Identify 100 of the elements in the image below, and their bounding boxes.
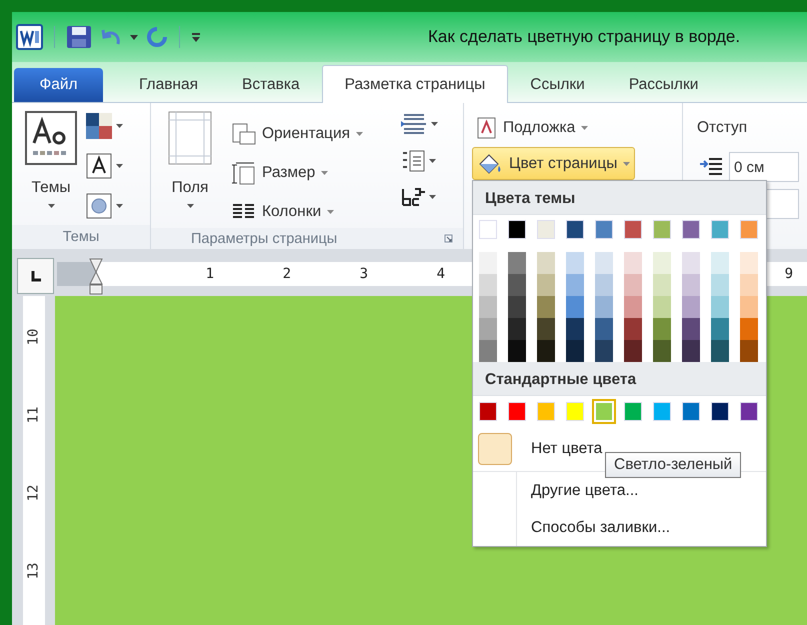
color-swatch[interactable] bbox=[653, 402, 671, 421]
color-swatch[interactable] bbox=[682, 252, 700, 274]
color-swatch[interactable] bbox=[711, 296, 729, 318]
color-swatch[interactable] bbox=[537, 296, 555, 318]
color-swatch[interactable] bbox=[595, 318, 613, 340]
color-swatch[interactable] bbox=[711, 402, 729, 421]
ribbon-tab[interactable]: Рассылки bbox=[606, 68, 720, 102]
indent-field[interactable]: 0 см bbox=[729, 152, 799, 182]
color-swatch[interactable] bbox=[479, 220, 497, 239]
color-swatch[interactable] bbox=[711, 274, 729, 296]
theme-fonts-button[interactable] bbox=[84, 151, 125, 181]
color-swatch[interactable] bbox=[595, 274, 613, 296]
color-swatch[interactable] bbox=[624, 296, 642, 318]
color-swatch[interactable] bbox=[508, 340, 526, 362]
color-swatch[interactable] bbox=[624, 274, 642, 296]
color-swatch[interactable] bbox=[566, 340, 584, 362]
color-swatch[interactable] bbox=[537, 220, 555, 239]
color-swatch[interactable] bbox=[537, 318, 555, 340]
menu-item[interactable]: Нет цвета bbox=[517, 440, 602, 458]
paint-bucket-icon bbox=[477, 152, 503, 176]
color-swatch[interactable] bbox=[479, 252, 497, 274]
color-swatch[interactable] bbox=[740, 252, 758, 274]
menu-item[interactable]: Способы заливки... bbox=[517, 518, 670, 536]
watermark-button[interactable]: Подложка bbox=[472, 111, 594, 144]
color-swatch[interactable] bbox=[682, 274, 700, 296]
color-swatch[interactable] bbox=[624, 318, 642, 340]
ruler-number: 13 bbox=[24, 562, 42, 580]
menu-item[interactable]: Другие цвета... bbox=[517, 482, 638, 500]
color-swatch[interactable] bbox=[595, 220, 613, 239]
caret-icon[interactable] bbox=[130, 34, 138, 40]
theme-colors-button[interactable] bbox=[84, 111, 125, 141]
color-swatch[interactable] bbox=[711, 340, 729, 362]
color-swatch[interactable] bbox=[624, 340, 642, 362]
indent-marker-icon[interactable] bbox=[89, 258, 103, 296]
color-swatch[interactable] bbox=[537, 340, 555, 362]
color-swatch[interactable] bbox=[595, 296, 613, 318]
size-button[interactable]: Размер bbox=[227, 156, 334, 189]
ribbon-tab[interactable]: Ссылки bbox=[508, 68, 607, 102]
themes-button[interactable]: Темы bbox=[18, 109, 84, 225]
color-swatch[interactable] bbox=[624, 220, 642, 239]
color-swatch[interactable] bbox=[508, 402, 526, 421]
color-swatch[interactable] bbox=[711, 252, 729, 274]
ribbon-tab[interactable]: Файл bbox=[14, 68, 103, 102]
color-swatch[interactable] bbox=[682, 318, 700, 340]
ribbon-tab[interactable]: Главная bbox=[117, 68, 220, 102]
color-swatch[interactable] bbox=[740, 402, 758, 421]
color-swatch[interactable] bbox=[537, 252, 555, 274]
color-swatch[interactable] bbox=[595, 252, 613, 274]
color-swatch[interactable] bbox=[682, 220, 700, 239]
margins-button[interactable]: Поля bbox=[157, 109, 223, 228]
color-swatch[interactable] bbox=[682, 296, 700, 318]
orientation-button[interactable]: Ориентация bbox=[227, 117, 368, 150]
color-swatch[interactable] bbox=[682, 402, 700, 421]
color-swatch[interactable] bbox=[653, 220, 671, 239]
color-swatch[interactable] bbox=[711, 318, 729, 340]
undo-icon[interactable] bbox=[100, 27, 122, 47]
color-swatch[interactable] bbox=[566, 274, 584, 296]
color-swatch[interactable] bbox=[566, 220, 584, 239]
color-swatch[interactable] bbox=[566, 318, 584, 340]
color-swatch[interactable] bbox=[566, 252, 584, 274]
color-swatch[interactable] bbox=[711, 220, 729, 239]
color-swatch[interactable] bbox=[566, 402, 584, 421]
color-swatch[interactable] bbox=[653, 274, 671, 296]
color-swatch[interactable] bbox=[508, 318, 526, 340]
tab-selector[interactable] bbox=[17, 258, 54, 294]
ribbon-tab[interactable]: Вставка bbox=[220, 68, 322, 102]
color-swatch[interactable] bbox=[508, 252, 526, 274]
color-swatch[interactable] bbox=[740, 318, 758, 340]
breaks-button[interactable] bbox=[399, 111, 440, 137]
save-icon[interactable] bbox=[66, 25, 92, 49]
color-swatch[interactable] bbox=[537, 274, 555, 296]
color-swatch[interactable] bbox=[682, 340, 700, 362]
color-swatch[interactable] bbox=[479, 340, 497, 362]
theme-effects-button[interactable] bbox=[84, 191, 125, 221]
color-swatch[interactable] bbox=[508, 274, 526, 296]
color-swatch[interactable] bbox=[653, 296, 671, 318]
color-swatch[interactable] bbox=[479, 318, 497, 340]
color-swatch[interactable] bbox=[566, 296, 584, 318]
color-swatch[interactable] bbox=[653, 252, 671, 274]
color-swatch[interactable] bbox=[479, 296, 497, 318]
ribbon-tab[interactable]: Разметка страницы bbox=[322, 65, 508, 103]
columns-button[interactable]: Колонки bbox=[227, 195, 340, 228]
color-swatch[interactable] bbox=[479, 274, 497, 296]
color-swatch[interactable] bbox=[740, 296, 758, 318]
color-swatch[interactable] bbox=[740, 274, 758, 296]
app-icon[interactable] bbox=[16, 24, 43, 50]
color-swatch[interactable] bbox=[479, 402, 497, 421]
redo-icon[interactable] bbox=[146, 26, 168, 48]
color-swatch[interactable] bbox=[624, 402, 642, 421]
color-swatch[interactable] bbox=[624, 252, 642, 274]
dialog-launcher-icon[interactable] bbox=[444, 234, 453, 243]
color-swatch[interactable] bbox=[740, 220, 758, 239]
color-swatch[interactable] bbox=[653, 340, 671, 362]
customize-icon[interactable] bbox=[191, 31, 201, 43]
color-swatch[interactable] bbox=[508, 220, 526, 239]
color-swatch[interactable] bbox=[508, 296, 526, 318]
color-swatch[interactable] bbox=[740, 340, 758, 362]
color-swatch[interactable] bbox=[595, 340, 613, 362]
color-swatch[interactable] bbox=[653, 318, 671, 340]
color-swatch[interactable] bbox=[537, 402, 555, 421]
